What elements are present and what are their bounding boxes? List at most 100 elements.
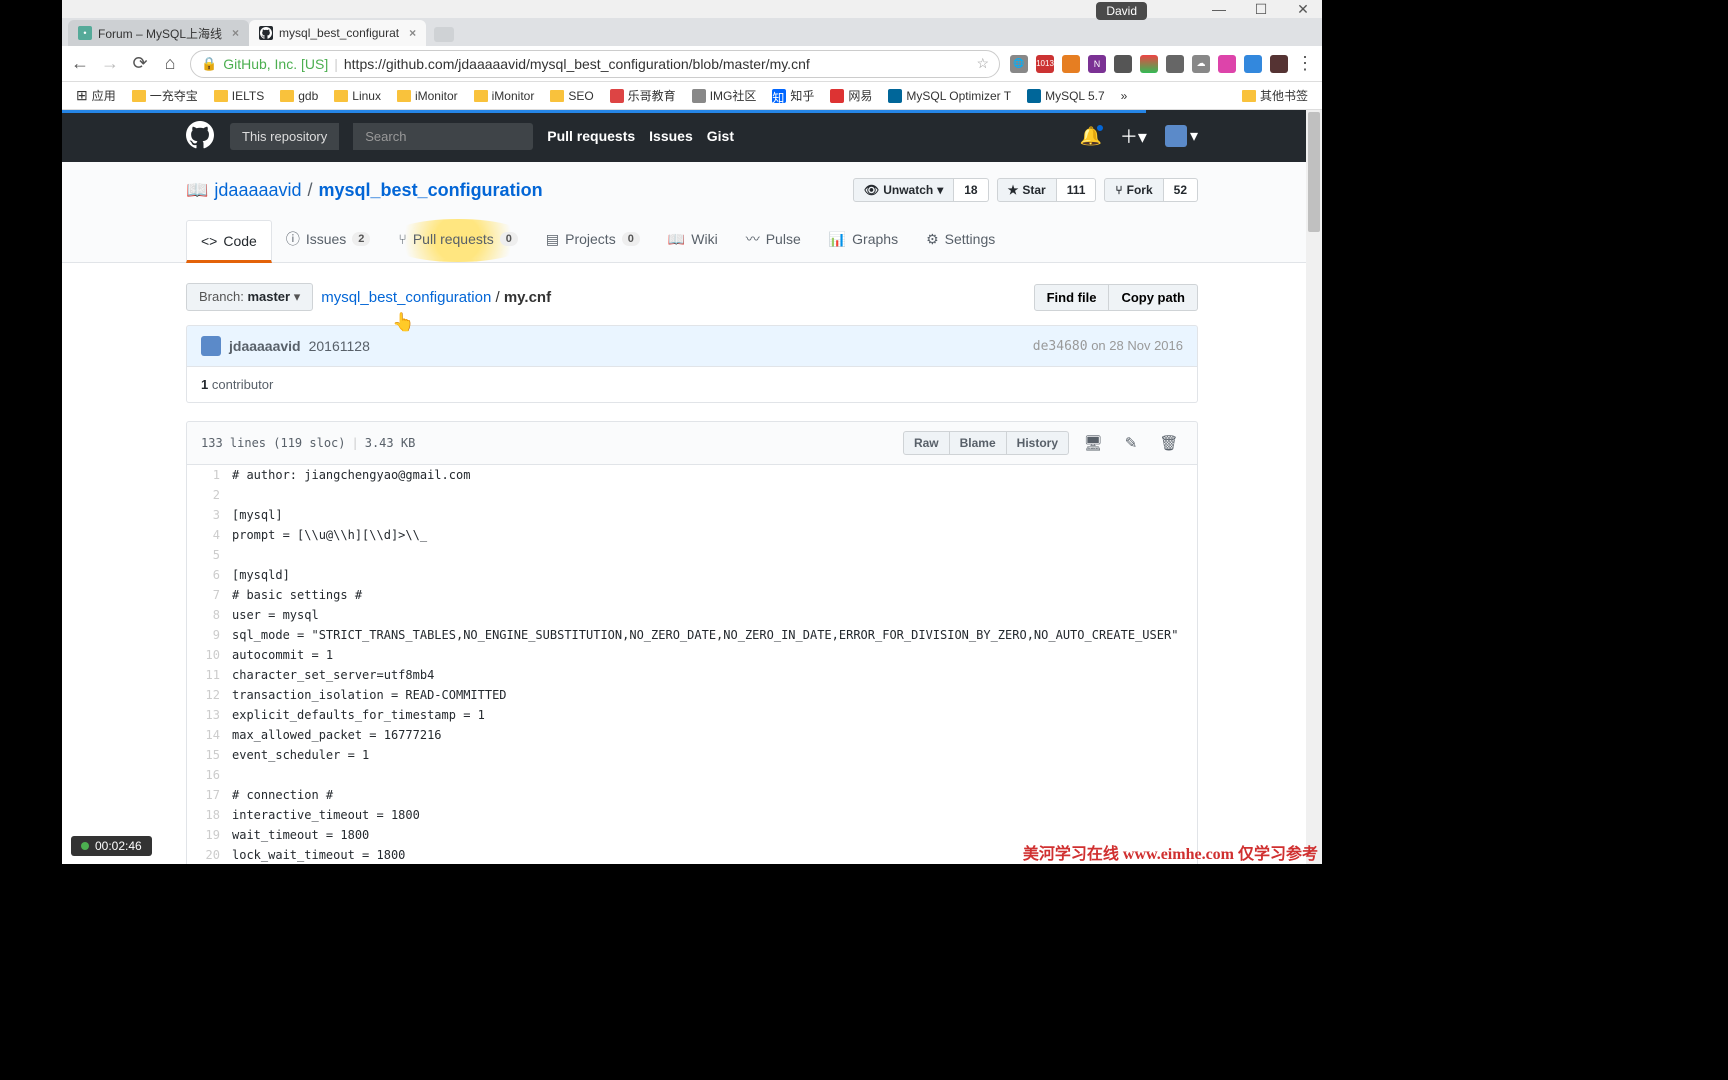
find-file-button[interactable]: Find file (1034, 284, 1110, 311)
commit-date: on 28 Nov 2016 (1091, 338, 1183, 353)
extension-icon[interactable] (1218, 55, 1236, 73)
branch-select[interactable]: Branch: master ▾ (186, 283, 313, 311)
bookmark-item[interactable]: SEO (544, 86, 599, 106)
extension-icon[interactable] (1244, 55, 1262, 73)
nav-gist[interactable]: Gist (707, 128, 734, 144)
bookmark-star-icon[interactable]: ☆ (976, 55, 989, 72)
extension-icon[interactable]: 1013 (1036, 55, 1054, 73)
nav-issues[interactable]: Issues (649, 128, 693, 144)
bookmark-item[interactable]: MySQL 5.7 (1021, 86, 1111, 106)
recording-timer: 00:02:46 (71, 836, 152, 856)
user-badge: David (1096, 2, 1147, 20)
code-line: explicit_defaults_for_timestamp = 1 (232, 705, 1197, 725)
new-tab-button[interactable] (434, 27, 454, 42)
bookmark-item[interactable]: gdb (274, 86, 324, 106)
code-line (232, 485, 1197, 505)
address-bar[interactable]: 🔒 GitHub, Inc. [US] | https://github.com… (190, 50, 1000, 78)
reload-button[interactable]: ⟳ (130, 54, 150, 74)
breadcrumb-file: my.cnf (504, 289, 551, 306)
commit-hash[interactable]: de34680 (1033, 339, 1088, 354)
delete-icon[interactable]: 🗑 (1155, 430, 1183, 456)
bookmark-item[interactable]: iMonitor (391, 86, 464, 106)
tab-graphs[interactable]: 📊Graphs (815, 219, 912, 262)
extension-icon[interactable] (1270, 55, 1288, 73)
close-icon[interactable]: × (232, 26, 239, 40)
code-line: # basic settings # (232, 585, 1197, 605)
line-number: 7 (187, 585, 232, 605)
close-icon[interactable]: × (409, 26, 416, 40)
home-button[interactable]: ⌂ (160, 54, 180, 74)
apps-button[interactable]: ⊞应用 (70, 84, 122, 107)
extension-icon[interactable] (1114, 55, 1132, 73)
maximize-button[interactable]: ☐ (1250, 2, 1272, 16)
code-line: # connection # (232, 785, 1197, 805)
minimize-button[interactable]: — (1208, 2, 1230, 16)
edit-icon[interactable]: ✎ (1117, 430, 1145, 456)
nav-pull-requests[interactable]: Pull requests (547, 128, 635, 144)
search-input[interactable] (353, 123, 533, 150)
commit-message[interactable]: 20161128 (309, 338, 370, 354)
search-scope[interactable]: This repository (230, 123, 339, 150)
repo-name-link[interactable]: mysql_best_configuration (319, 180, 543, 201)
bookmark-item[interactable]: Linux (328, 86, 387, 106)
bookmark-item[interactable]: 网易 (824, 84, 878, 107)
watch-button[interactable]: 👁Unwatch▾ 18 (853, 178, 989, 202)
breadcrumb-root[interactable]: mysql_best_configuration (321, 289, 491, 306)
issues-icon: ⓘ (286, 229, 300, 249)
extension-icon[interactable] (1140, 55, 1158, 73)
avatar (1165, 125, 1187, 147)
line-number: 16 (187, 765, 232, 785)
raw-button[interactable]: Raw (903, 431, 950, 455)
tab-issues[interactable]: ⓘIssues2 (272, 219, 385, 262)
bookmark-item[interactable]: 知知乎 (766, 84, 820, 107)
commit-author[interactable]: jdaaaaavid (229, 338, 301, 354)
back-button[interactable]: ← (70, 54, 90, 74)
code-line: character_set_server=utf8mb4 (232, 665, 1197, 685)
create-new-icon[interactable]: ＋▾ (1120, 123, 1147, 149)
other-bookmarks[interactable]: 其他书签 (1236, 84, 1314, 107)
extension-icon[interactable] (1062, 55, 1080, 73)
tab-settings[interactable]: ⚙Settings (912, 219, 1009, 262)
extension-icon[interactable] (1166, 55, 1184, 73)
menu-icon[interactable]: ⋮ (1296, 53, 1314, 74)
bookmark-item[interactable]: MySQL Optimizer T (882, 86, 1017, 106)
projects-icon: ▤ (546, 231, 559, 248)
blame-button[interactable]: Blame (949, 431, 1007, 455)
extension-icon[interactable]: ☁ (1192, 55, 1210, 73)
profile-menu[interactable]: ▾ (1165, 125, 1198, 147)
browser-tab-0[interactable]: • Forum – MySQL上海线 × (68, 20, 249, 46)
close-button[interactable]: ✕ (1292, 2, 1314, 16)
tab-wiki[interactable]: 📖Wiki (654, 219, 732, 262)
scrollbar[interactable] (1306, 110, 1322, 864)
lock-icon: 🔒 (201, 56, 217, 72)
fork-button[interactable]: ⑂Fork 52 (1104, 178, 1198, 202)
code-line: # author: jiangchengyao@gmail.com (232, 465, 1197, 485)
bookmark-overflow[interactable]: » (1115, 86, 1134, 106)
star-button[interactable]: ★Star 111 (997, 178, 1097, 202)
repo-owner-link[interactable]: jdaaaaavid (214, 180, 301, 201)
line-number: 2 (187, 485, 232, 505)
github-logo-icon[interactable] (186, 121, 216, 151)
code-line: max_allowed_packet = 16777216 (232, 725, 1197, 745)
copy-path-button[interactable]: Copy path (1109, 284, 1198, 311)
line-number: 5 (187, 545, 232, 565)
notifications-icon[interactable]: 🔔 (1080, 126, 1102, 147)
history-button[interactable]: History (1006, 431, 1069, 455)
forward-button[interactable]: → (100, 54, 120, 74)
contributors: 1 contributor (186, 367, 1198, 403)
bookmark-item[interactable]: iMonitor (468, 86, 541, 106)
bookmark-item[interactable]: IELTS (208, 86, 270, 106)
tab-pull-requests[interactable]: ⑂Pull requests0 (384, 219, 531, 262)
tab-code[interactable]: <>Code (186, 220, 272, 263)
bookmark-item[interactable]: 一充夺宝 (126, 84, 204, 107)
tab-pulse[interactable]: 〰Pulse (732, 219, 815, 262)
extension-icon[interactable]: N (1088, 55, 1106, 73)
bookmark-item[interactable]: 乐哥教育 (604, 84, 682, 107)
desktop-icon[interactable]: 🖥 (1079, 430, 1107, 456)
browser-tab-1[interactable]: mysql_best_configurat × (249, 20, 426, 46)
gear-icon: ⚙ (926, 231, 939, 248)
extension-icon[interactable]: 🌐 (1010, 55, 1028, 73)
line-number: 6 (187, 565, 232, 585)
tab-projects[interactable]: ▤Projects0 (532, 219, 654, 262)
bookmark-item[interactable]: IMG社区 (686, 84, 763, 107)
